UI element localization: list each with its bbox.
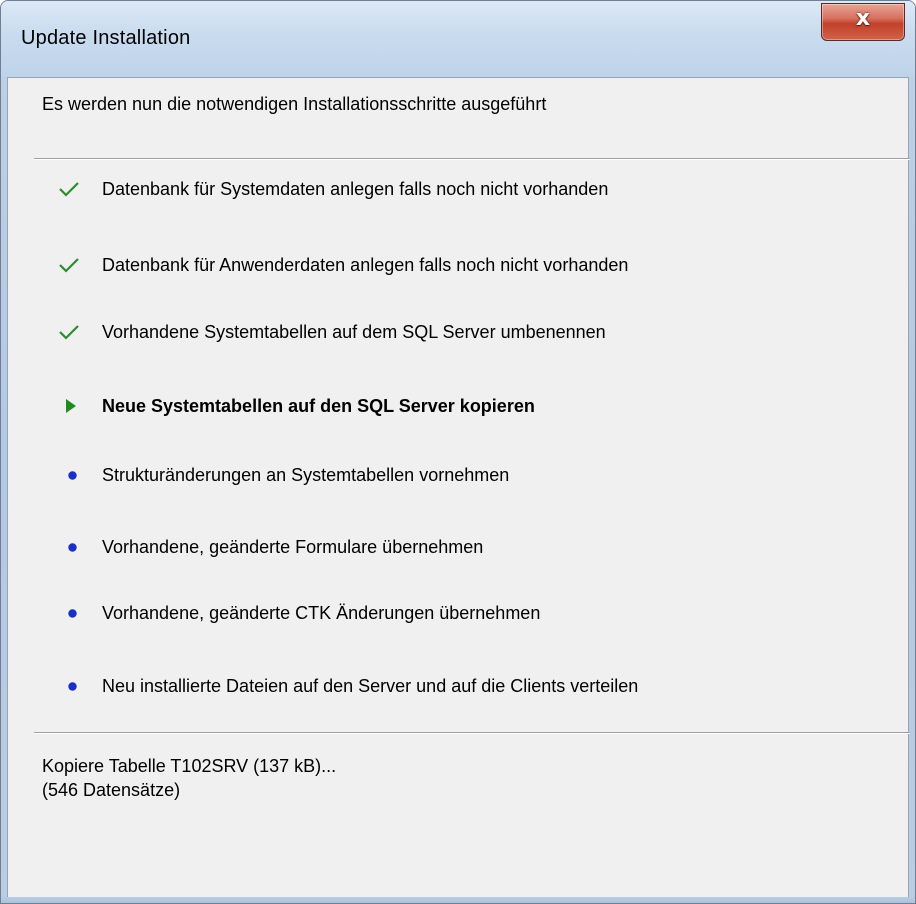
divider-bottom: [34, 732, 910, 734]
step-label: Datenbank für Anwenderdaten anlegen fall…: [102, 254, 629, 275]
step-label: Neue Systemtabellen auf den SQL Server k…: [102, 395, 535, 416]
status-line-records: (546 Datensätze): [42, 780, 181, 800]
step-label: Strukturänderungen an Systemtabellen vor…: [102, 464, 510, 485]
step-item: Strukturänderungen an Systemtabellen vor…: [58, 460, 509, 490]
check-icon: [58, 174, 102, 204]
step-label: Vorhandene, geänderte CTK Änderungen übe…: [102, 602, 541, 623]
status-area: Kopiere Tabelle T102SRV (137 kB)... (546…: [42, 754, 336, 802]
step-label: Vorhandene Systemtabellen auf dem SQL Se…: [102, 321, 606, 342]
check-icon: [58, 317, 102, 347]
step-item: Vorhandene Systemtabellen auf dem SQL Se…: [58, 317, 606, 347]
divider-top: [34, 158, 910, 160]
step-item: Datenbank für Systemdaten anlegen falls …: [58, 174, 608, 204]
step-item: Neue Systemtabellen auf den SQL Server k…: [58, 391, 535, 421]
step-item: Vorhandene, geänderte CTK Änderungen übe…: [58, 598, 540, 628]
window-frame-bottom: [1, 897, 915, 903]
dialog-content: Es werden nun die notwendigen Installati…: [7, 77, 910, 897]
bullet-icon: [58, 532, 102, 562]
bullet-icon: [58, 671, 102, 701]
status-line-copy: Kopiere Tabelle T102SRV (137 kB)...: [42, 756, 337, 776]
close-button[interactable]: x: [821, 3, 905, 41]
instruction-text: Es werden nun die notwendigen Installati…: [42, 94, 547, 114]
arrow-icon: [58, 391, 102, 421]
title-bar[interactable]: Update Installation x: [1, 1, 915, 77]
check-icon: [58, 250, 102, 280]
bullet-icon: [58, 460, 102, 490]
step-label: Datenbank für Systemdaten anlegen falls …: [102, 178, 609, 199]
step-item: Vorhandene, geänderte Formulare übernehm…: [58, 532, 483, 562]
installation-dialog: Update Installation x Es werden nun die …: [0, 0, 916, 904]
step-item: Datenbank für Anwenderdaten anlegen fall…: [58, 250, 628, 280]
step-item: Neu installierte Dateien auf den Server …: [58, 671, 638, 701]
bullet-icon: [58, 598, 102, 628]
step-label: Neu installierte Dateien auf den Server …: [102, 675, 639, 696]
close-icon: x: [855, 6, 871, 31]
window-title: Update Installation: [21, 27, 191, 49]
step-label: Vorhandene, geänderte Formulare übernehm…: [102, 536, 484, 557]
